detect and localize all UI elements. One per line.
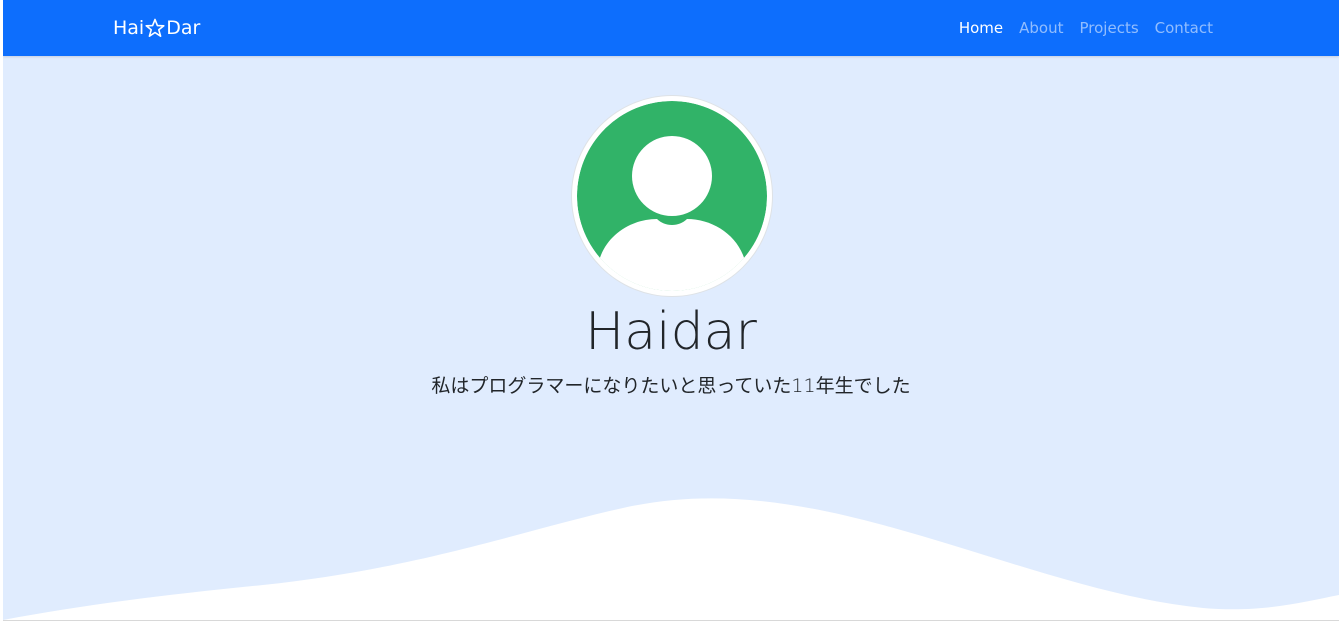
- star-icon: [145, 18, 165, 38]
- hero-wave: [3, 498, 1339, 620]
- brand-prefix: Hai: [113, 17, 145, 39]
- page-frame: Hai Dar Home About Projects Contact Haid…: [3, 0, 1339, 621]
- nav-links: Home About Projects Contact: [951, 19, 1221, 37]
- user-avatar-icon: [577, 101, 767, 291]
- hero-subtitle: 私はプログラマーになりたいと思っていた11年生でした: [431, 375, 911, 397]
- avatar: [572, 96, 772, 296]
- navbar: Hai Dar Home About Projects Contact: [3, 0, 1339, 56]
- nav-link-projects[interactable]: Projects: [1072, 19, 1147, 37]
- nav-link-contact[interactable]: Contact: [1147, 19, 1221, 37]
- brand-suffix: Dar: [166, 17, 201, 39]
- nav-link-home[interactable]: Home: [951, 19, 1011, 37]
- nav-link-about[interactable]: About: [1011, 19, 1071, 37]
- brand-link[interactable]: Hai Dar: [113, 17, 200, 39]
- hero-name: Haidar: [585, 302, 757, 362]
